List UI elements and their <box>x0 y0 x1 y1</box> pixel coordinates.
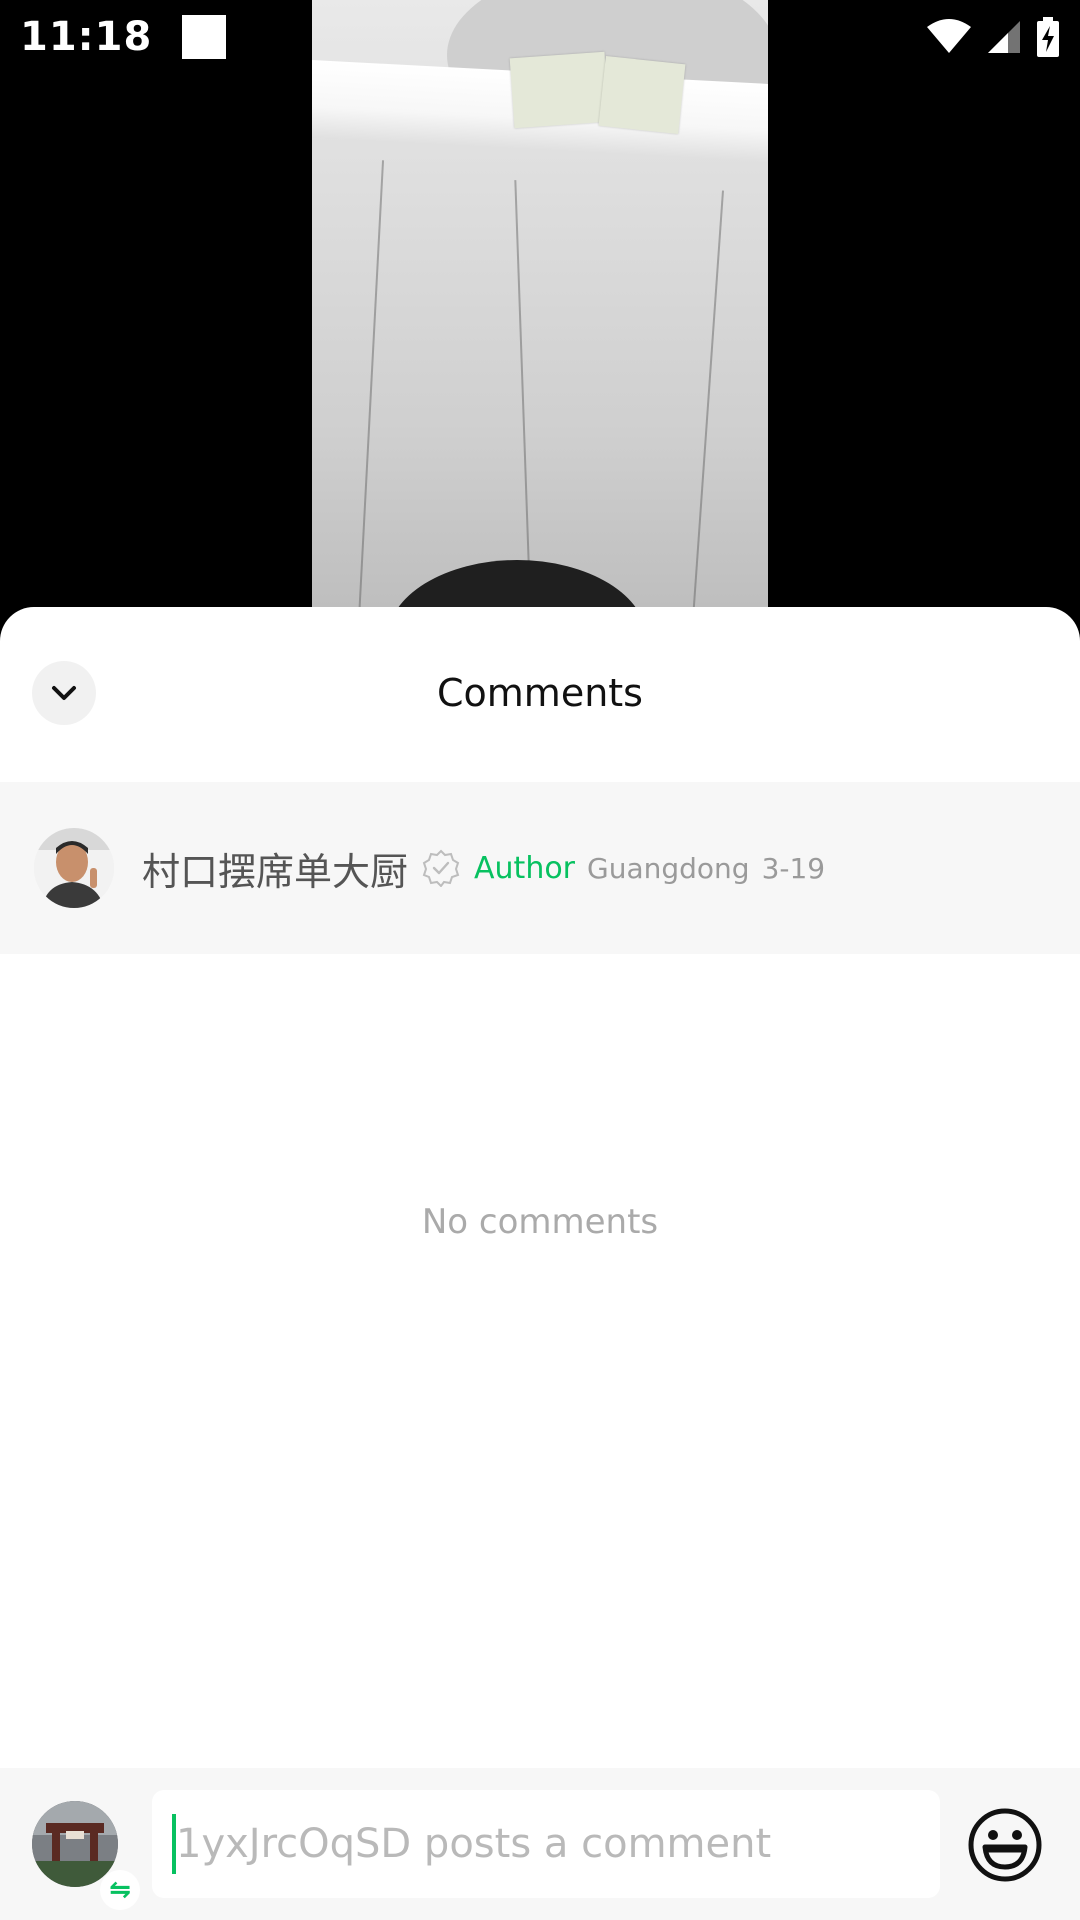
emoji-button[interactable] <box>966 1806 1044 1884</box>
smiley-icon <box>968 1808 1042 1882</box>
video-frame-cable <box>514 180 532 620</box>
status-bar: 11:18 <box>0 0 1080 74</box>
comment-input-bar: ⇋ <box>0 1768 1080 1920</box>
screen: 11:18 Comments 村口摆席单大厨 Author Guangdong … <box>0 0 1080 1920</box>
status-icons <box>926 17 1060 57</box>
my-avatar-image <box>32 1801 118 1887</box>
my-avatar[interactable] <box>32 1801 118 1887</box>
sheet-title: Comments <box>437 671 643 715</box>
verified-icon <box>422 849 460 887</box>
comments-sheet: Comments 村口摆席单大厨 Author Guangdong 3-19 N… <box>0 607 1080 1920</box>
author-badge: Author <box>474 850 576 886</box>
author-name[interactable]: 村口摆席单大厨 <box>142 841 408 896</box>
author-location: Guangdong <box>587 851 750 885</box>
video-frame-cable <box>692 190 724 620</box>
text-caret <box>172 1814 176 1874</box>
empty-state-text: No comments <box>421 1202 659 1242</box>
video-player[interactable] <box>312 0 768 620</box>
notification-icon <box>182 15 227 59</box>
sheet-header: Comments <box>0 607 1080 782</box>
video-frame-cable <box>357 160 385 620</box>
status-time: 11:18 <box>20 14 153 60</box>
author-row[interactable]: 村口摆席单大厨 Author Guangdong 3-19 <box>0 782 1080 954</box>
author-avatar-image <box>34 828 114 908</box>
comment-input[interactable] <box>152 1790 940 1898</box>
switch-identity-icon[interactable]: ⇋ <box>100 1870 140 1910</box>
cellular-signal-icon <box>988 21 1020 53</box>
author-avatar[interactable] <box>34 828 114 908</box>
author-date: 3-19 <box>761 851 826 885</box>
wifi-icon <box>927 19 971 53</box>
battery-icon <box>1037 17 1059 57</box>
